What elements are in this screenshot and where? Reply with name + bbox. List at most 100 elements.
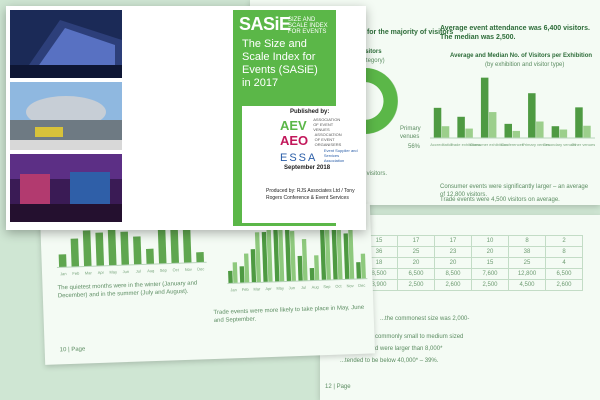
chart-tick-label: Jul xyxy=(301,285,306,290)
chart-tick-label: Apr xyxy=(265,286,272,291)
table-cell: 25 xyxy=(508,257,546,269)
chart-bar xyxy=(504,123,512,138)
aev-logo-text: AEV xyxy=(280,118,307,133)
table-cell: 8 xyxy=(545,246,583,258)
chart-tick-label: Other venues xyxy=(571,142,595,147)
produced-by: Produced by: RJS Associates Ltd / Tony R… xyxy=(266,188,355,201)
table-cell: 4,500 xyxy=(508,279,546,291)
chart-tick-label: Dec xyxy=(358,283,365,288)
table-cell: 2,600 xyxy=(434,279,472,291)
publisher-panel: Published by: AEV ASSOCIATION OF EVENT V… xyxy=(242,106,362,223)
cover-title-line: Scale Index for xyxy=(242,51,316,63)
table-cell: 8,500 xyxy=(434,268,472,280)
table-row: 3,900 2,500 2,600 2,500 4,500 2,600 xyxy=(360,279,583,291)
table-cell: 10 xyxy=(471,235,509,247)
table-cell: 23 xyxy=(434,246,472,258)
donut-legend-item: Primary venues xyxy=(400,126,421,140)
monthly-note: The quietest months were in the winter (… xyxy=(57,280,198,300)
chart-tick-label: Mar xyxy=(85,270,93,275)
table-cell: 2,500 xyxy=(397,279,435,291)
published-by-label: Published by: xyxy=(290,109,330,115)
chart-bar xyxy=(536,121,544,138)
chart-bar xyxy=(182,229,192,264)
table-cell: 4 xyxy=(545,257,583,269)
aev-logo-subtitle: ASSOCIATION OF EVENT VENUES xyxy=(313,117,341,132)
chart-bar xyxy=(301,238,308,281)
chart-bar xyxy=(107,229,117,266)
cover-title-line: in 2017 xyxy=(242,77,279,89)
chart-tick-label: Jul xyxy=(136,269,141,274)
publication-date: September 2018 xyxy=(284,165,331,171)
chart-tick-label: Jun xyxy=(289,285,296,290)
table-cell: 15 xyxy=(471,257,509,269)
chart-tick-label: May xyxy=(276,286,284,291)
donut-legend-pct: 56% xyxy=(408,144,421,150)
cover-title-line: Events (SASiE) xyxy=(242,64,318,76)
table-cell: 2 xyxy=(545,235,583,247)
chart-tick-label: Nov xyxy=(185,267,192,272)
chart-bar xyxy=(457,116,465,138)
sasie-logo-text: SASiE xyxy=(239,14,291,34)
table-cell: 6,500 xyxy=(397,268,435,280)
chart-bar xyxy=(196,252,205,263)
table-note-top: ...the commonest size was 2,000- xyxy=(380,316,470,322)
page-header-right: Average event attendance was 6,400 visit… xyxy=(440,25,590,41)
table-row: 8,500 6,500 8,500 7,600 12,800 6,500 xyxy=(360,268,583,280)
chart-bar xyxy=(433,107,442,138)
chart-tick-label: Sep xyxy=(323,284,331,289)
sasie-tagline: SIZE AND SCALE INDEX FOR EVENTS xyxy=(288,17,328,35)
chart-bar xyxy=(95,232,105,267)
sasie-logo: SASiE xyxy=(239,14,291,35)
chart-bar xyxy=(232,262,238,284)
chart-bar xyxy=(70,238,80,267)
trade-note: Trade events were more likely to take pl… xyxy=(213,304,365,324)
essa-logo-text: ESSA xyxy=(280,152,318,164)
table-cell: 2,600 xyxy=(545,279,583,291)
table-cell: 7,600 xyxy=(471,268,509,280)
page-number: 10 | Page xyxy=(59,346,86,354)
chart-tick-label: Nov xyxy=(347,283,354,288)
chart-tick-label: Aug xyxy=(312,284,319,289)
report-cover[interactable]: SASiE SIZE AND SCALE INDEX FOR EVENTS Th… xyxy=(6,6,366,230)
chart-bar xyxy=(488,112,497,138)
table-cell: 25 xyxy=(397,246,435,258)
venue-photo-exhibition xyxy=(10,154,122,222)
chart-bar xyxy=(583,125,591,138)
chart-bar xyxy=(170,227,180,264)
page-number: 12 | Page xyxy=(325,384,351,390)
chart-bar xyxy=(512,130,520,138)
chart-bar xyxy=(82,230,92,267)
chart-tick-label: Oct xyxy=(173,267,180,272)
chart-bar xyxy=(58,254,67,268)
table-cell: 17 xyxy=(434,235,472,247)
chart-bar xyxy=(309,267,315,281)
table-cell: 38 xyxy=(508,246,546,258)
table-cell: 20 xyxy=(434,257,472,269)
chart-bar xyxy=(133,236,142,265)
chart-bar xyxy=(314,255,320,281)
aeo-logo-text: AEO xyxy=(280,133,309,148)
bar-chart-title: Average and Median No. of Visitors per E… xyxy=(450,53,593,59)
chart-tick-label: Dec xyxy=(197,266,204,271)
aeo-logo-subtitle: ASSOCIATION OF EVENT ORGANISERS xyxy=(314,132,342,147)
cover-title-line: The Size and xyxy=(242,38,307,50)
chart-bar xyxy=(465,128,473,138)
chart-tick-label: Conferences xyxy=(501,142,524,147)
chart-bar xyxy=(157,227,167,264)
chart-tick-label: Feb xyxy=(72,271,80,276)
table-cell: 17 xyxy=(397,235,435,247)
table-cell: 20 xyxy=(471,246,509,258)
table-cell: 20 xyxy=(397,257,435,269)
table-note-3: ...tended to be below 40,000* – 39%. xyxy=(340,358,439,364)
chart-tick-label: Aug xyxy=(147,268,154,273)
chart-bar xyxy=(239,266,245,284)
chart-bar xyxy=(441,126,450,138)
table-cell: 12,800 xyxy=(508,268,546,280)
chart-bar xyxy=(243,253,250,283)
chart-bar xyxy=(297,255,303,282)
venue-photo-arena xyxy=(10,82,122,150)
chart-tick-label: Sep xyxy=(160,268,168,273)
chart-bar xyxy=(228,270,233,284)
chart-tick-label: Apr xyxy=(98,270,105,275)
table-cell: 2,500 xyxy=(471,279,509,291)
